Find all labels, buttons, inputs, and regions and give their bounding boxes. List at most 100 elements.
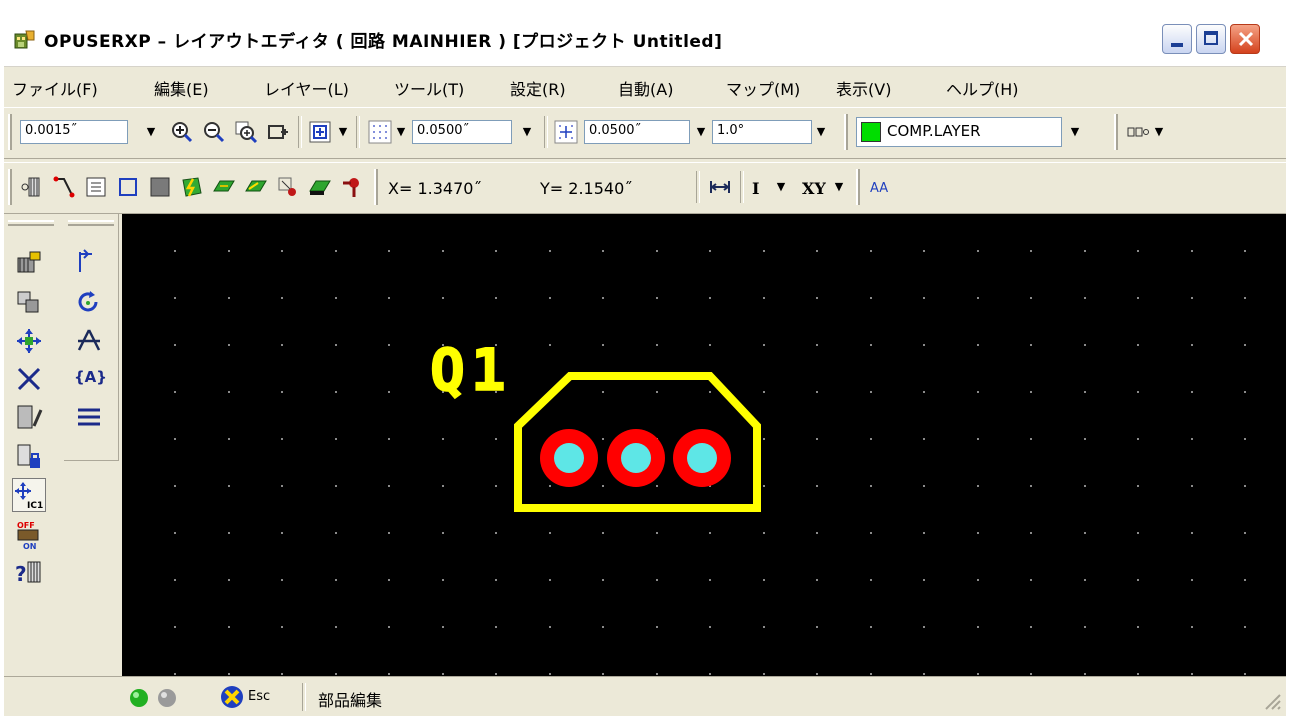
copy-component-icon[interactable] <box>14 288 44 318</box>
x-coordinate-readout: X= 1.3470˝ <box>388 179 482 198</box>
layer-combo[interactable]: COMP.LAYER <box>856 117 1062 147</box>
toolbar-grip[interactable] <box>856 169 860 205</box>
move-icon[interactable] <box>14 326 44 356</box>
cutout-area-icon[interactable] <box>244 175 268 199</box>
snap-dropdown-icon[interactable]: ▼ <box>692 120 710 144</box>
font-size-button[interactable]: AA <box>870 181 888 196</box>
bus-lines-icon[interactable] <box>74 402 104 432</box>
menu-settings[interactable]: 設定(R) <box>510 76 566 100</box>
close-icon <box>1238 31 1254 47</box>
text-tool-dropdown-icon[interactable]: ▼ <box>772 175 790 199</box>
filled-area-icon[interactable] <box>148 175 172 199</box>
menu-tools[interactable]: ツール(T) <box>394 76 464 100</box>
grid-display-icon[interactable] <box>368 120 392 144</box>
zoom-window-icon[interactable] <box>234 120 258 144</box>
step-dropdown-icon[interactable]: ▼ <box>142 120 160 144</box>
component-options-icon[interactable] <box>1126 120 1150 144</box>
pad-3[interactable] <box>673 429 731 487</box>
window-title: OPUSERXP – レイアウトエディタ ( 回路 MAINHIER ) [プロ… <box>44 32 723 52</box>
angle-dropdown-icon[interactable]: ▼ <box>812 120 830 144</box>
grid-type-dropdown-icon[interactable]: ▼ <box>392 120 410 144</box>
menu-layer[interactable]: レイヤー(L) <box>264 76 349 100</box>
toggle-off-on-icon[interactable]: OFF ON <box>14 520 44 550</box>
snap-combo[interactable]: 0.0500˝ <box>584 120 690 144</box>
step-combo[interactable]: 0.0015˝ <box>20 120 128 144</box>
edit-component-icon[interactable] <box>14 402 44 432</box>
via-icon[interactable] <box>308 175 332 199</box>
drill-icon[interactable] <box>276 175 300 199</box>
rotate-icon[interactable] <box>74 288 104 318</box>
menu-help[interactable]: ヘルプ(H) <box>946 76 1019 100</box>
escape-icon[interactable] <box>220 685 244 709</box>
place-component-icon[interactable] <box>20 175 44 199</box>
test-point-icon[interactable] <box>340 175 364 199</box>
zoom-in-icon[interactable] <box>170 120 194 144</box>
route-connection-icon[interactable] <box>52 175 76 199</box>
menu-file[interactable]: ファイル(F) <box>12 76 98 100</box>
xy-tool-button[interactable]: XY <box>802 179 826 198</box>
move-ic-button[interactable]: IC1 <box>12 478 46 512</box>
palette-grip[interactable] <box>8 220 54 226</box>
text-object-icon[interactable] <box>84 175 108 199</box>
angle-combo[interactable]: 1.0° <box>712 120 812 144</box>
maximize-icon <box>1204 31 1218 45</box>
pcb-workspace[interactable]: Q1 <box>122 214 1286 676</box>
svg-text:OFF: OFF <box>17 521 35 530</box>
copper-pour-icon[interactable] <box>180 175 204 199</box>
svg-text:IC1: IC1 <box>27 501 43 511</box>
move-ic-icon: IC1 <box>15 482 43 511</box>
resize-grip-icon[interactable] <box>1262 691 1282 711</box>
zoom-fit-icon[interactable] <box>266 120 290 144</box>
y-coordinate-readout: Y= 2.1540˝ <box>540 179 633 198</box>
palette-grip[interactable] <box>68 220 114 226</box>
status-led-green-icon <box>130 689 148 707</box>
layer-dropdown-icon[interactable]: ▼ <box>1066 120 1084 144</box>
app-logo-icon <box>14 30 35 49</box>
layout-canvas[interactable]: Q1 <box>122 214 1286 676</box>
rectangle-icon[interactable] <box>116 175 140 199</box>
maximize-button[interactable] <box>1196 24 1226 54</box>
toolbar-grip[interactable] <box>8 114 12 150</box>
close-button[interactable] <box>1230 24 1260 54</box>
mirror-icon[interactable] <box>74 326 104 356</box>
minimize-icon <box>1171 43 1183 47</box>
grid-dropdown-icon[interactable]: ▼ <box>518 120 536 144</box>
component-designator: Q1 <box>430 336 512 404</box>
status-led-gray-icon <box>158 689 176 707</box>
left-tool-palette: IC1 OFF ON ? <box>4 214 58 666</box>
measure-icon[interactable] <box>708 175 732 199</box>
menu-bar: ファイル(F) 編集(E) レイヤー(L) ツール(T) 設定(R) 自動(A)… <box>4 68 1286 104</box>
attribute-icon[interactable]: {A} <box>74 368 107 398</box>
xy-tool-dropdown-icon[interactable]: ▼ <box>830 175 848 199</box>
snap-grid-icon[interactable] <box>554 120 578 144</box>
query-component-icon[interactable]: ? <box>14 558 44 588</box>
menu-auto[interactable]: 自動(A) <box>618 76 673 100</box>
title-bar[interactable]: OPUSERXP – レイアウトエディタ ( 回路 MAINHIER ) [プロ… <box>4 10 1286 67</box>
status-bar: Esc 部品編集 <box>4 676 1286 716</box>
menu-map[interactable]: マップ(M) <box>726 76 800 100</box>
redraw-dropdown-icon[interactable]: ▼ <box>334 120 352 144</box>
delete-icon[interactable] <box>14 364 44 394</box>
text-tool-button[interactable]: I <box>752 179 759 198</box>
status-mode-text: 部品編集 <box>318 691 383 710</box>
edit-tool-palette: {A} <box>64 214 119 461</box>
toolbar-grip[interactable] <box>844 114 848 150</box>
toolbar-grip[interactable] <box>374 169 378 205</box>
menu-view[interactable]: 表示(V) <box>836 76 891 100</box>
escape-label[interactable]: Esc <box>248 689 270 704</box>
pad-2[interactable] <box>607 429 665 487</box>
minimize-button[interactable] <box>1162 24 1192 54</box>
pad-1[interactable] <box>540 429 598 487</box>
grid-combo[interactable]: 0.0500˝ <box>412 120 512 144</box>
toolbar-grip[interactable] <box>8 169 12 205</box>
component-q1[interactable]: Q1 <box>429 335 761 512</box>
plane-area-icon[interactable] <box>212 175 236 199</box>
lock-component-icon[interactable] <box>14 442 44 472</box>
toolbar-grip[interactable] <box>1114 114 1118 150</box>
zoom-out-icon[interactable] <box>202 120 226 144</box>
component-properties-icon[interactable] <box>14 248 44 278</box>
undo-icon[interactable] <box>74 248 104 278</box>
redraw-icon[interactable] <box>308 120 332 144</box>
menu-edit[interactable]: 編集(E) <box>154 76 209 100</box>
component-options-dropdown-icon[interactable]: ▼ <box>1150 120 1168 144</box>
